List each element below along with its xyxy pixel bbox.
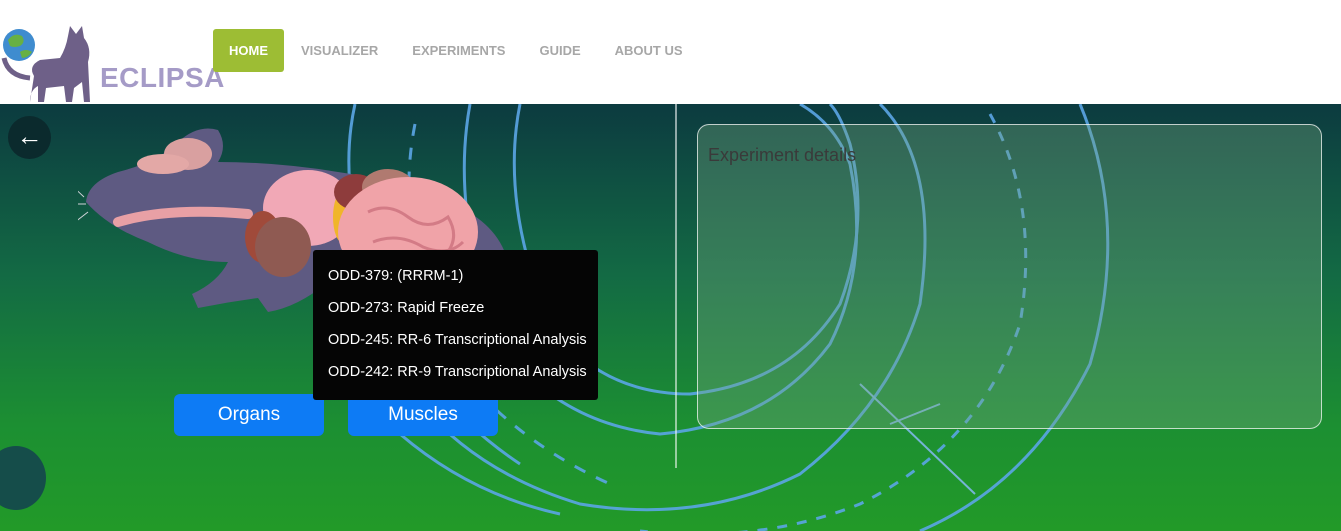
nav-about-us[interactable]: ABOUT US — [598, 29, 700, 72]
dropdown-item-odd-273[interactable]: ODD-273: Rapid Freeze — [328, 300, 484, 316]
dropdown-item-odd-379[interactable]: ODD-379: (RRRM-1) — [328, 268, 463, 284]
main-nav: HOME VISUALIZER EXPERIMENTS GUIDE ABOUT … — [213, 29, 700, 72]
back-arrow-button[interactable]: ← — [8, 116, 51, 159]
experiment-details-panel: Experiment details — [697, 124, 1322, 429]
cat-globe-icon — [1, 26, 90, 102]
left-arrow-icon: ← — [16, 121, 43, 151]
site-header: ECLIPSA HOME VISUALIZER EXPERIMENTS GUID… — [0, 0, 1341, 104]
eclipsa-logo[interactable]: ECLIPSA — [0, 18, 224, 104]
dropdown-item-odd-245[interactable]: ODD-245: RR-6 Transcriptional Analysis — [328, 332, 587, 348]
experiment-dropdown: ODD-379: (RRRM-1) ODD-273: Rapid Freeze … — [313, 250, 598, 400]
divider-line — [675, 104, 677, 468]
dropdown-item-odd-242[interactable]: ODD-242: RR-9 Transcriptional Analysis — [328, 364, 587, 380]
nav-guide[interactable]: GUIDE — [522, 29, 597, 72]
nav-visualizer[interactable]: VISUALIZER — [284, 29, 395, 72]
visualizer-area: ← Organs Muscles ODD-379: (RRRM-1) ODD-2… — [0, 104, 1341, 531]
brand-name: ECLIPSA — [100, 62, 225, 93]
nav-home[interactable]: HOME — [213, 29, 284, 72]
nav-experiments[interactable]: EXPERIMENTS — [395, 29, 522, 72]
experiment-details-title: Experiment details — [708, 145, 857, 165]
muscles-button[interactable]: Muscles — [348, 394, 498, 436]
organs-button[interactable]: Organs — [174, 394, 324, 436]
